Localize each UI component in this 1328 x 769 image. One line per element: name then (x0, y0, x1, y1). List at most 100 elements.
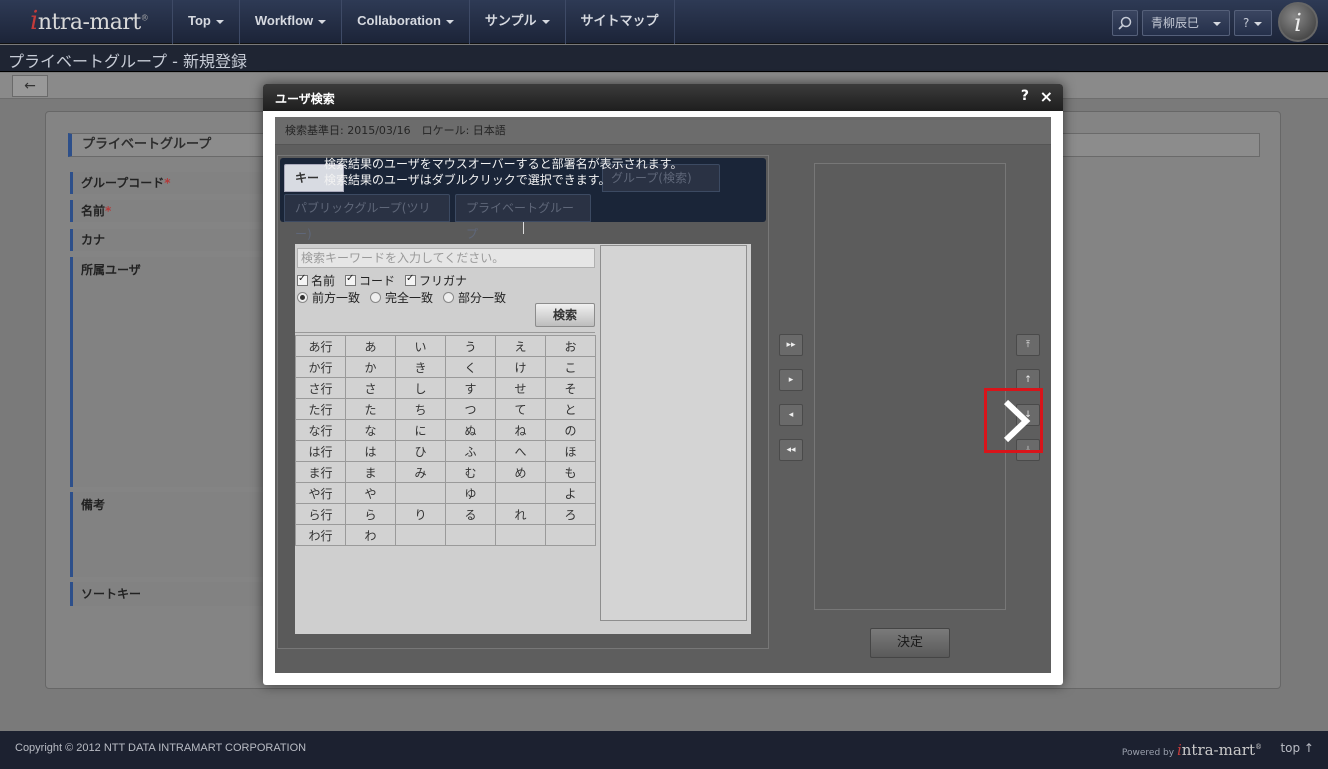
kana-cell[interactable]: ひ (395, 440, 446, 462)
nav-top[interactable]: Top (172, 0, 239, 44)
kana-row-header[interactable]: ま行 (295, 461, 346, 483)
kana-row-header[interactable]: ら行 (295, 503, 346, 525)
kana-cell[interactable]: う (445, 335, 496, 357)
kana-cell[interactable]: て (495, 398, 546, 420)
kana-cell[interactable]: む (445, 461, 496, 483)
search-tabs: キー グループ(検索) パブリックグループ(ツリー) プライベートグループ 検索… (280, 157, 766, 241)
kana-cell[interactable]: れ (495, 503, 546, 525)
kana-row-header[interactable]: あ行 (295, 335, 346, 357)
kana-cell[interactable]: し (395, 377, 446, 399)
check-code[interactable]: コード (345, 272, 395, 289)
kana-cell[interactable]: こ (545, 356, 596, 378)
check-name[interactable]: 名前 (297, 272, 335, 289)
kana-cell[interactable]: ほ (545, 440, 596, 462)
kana-cell[interactable]: ふ (445, 440, 496, 462)
kana-cell[interactable]: な (345, 419, 396, 441)
kana-cell[interactable]: た (345, 398, 396, 420)
keyword-search-input[interactable]: 検索キーワードを入力してください。 (297, 248, 595, 268)
radio-prefix-match[interactable]: 前方一致 (297, 289, 360, 306)
footer-logo: intra-mart® (1176, 741, 1262, 759)
move-left-button[interactable]: ◂ (779, 404, 803, 426)
kana-cell[interactable]: あ (345, 335, 396, 357)
arrow-top-icon: ⤒ (1026, 340, 1030, 350)
back-to-top-link[interactable]: top ↑ (1280, 741, 1314, 755)
kana-cell[interactable]: は (345, 440, 396, 462)
nav-sample[interactable]: サンプル (468, 0, 565, 44)
kana-cell[interactable]: ゆ (445, 482, 496, 504)
kana-cell[interactable]: さ (345, 377, 396, 399)
kana-cell[interactable]: え (495, 335, 546, 357)
kana-cell[interactable]: と (545, 398, 596, 420)
kana-cell (495, 524, 546, 546)
close-icon[interactable]: × (1040, 87, 1053, 106)
move-right-button[interactable]: ▸ (779, 369, 803, 391)
kana-row-header[interactable]: か行 (295, 356, 346, 378)
decide-button[interactable]: 決定 (870, 628, 950, 658)
selected-users-list[interactable] (814, 163, 1006, 610)
kana-row-header[interactable]: や行 (295, 482, 346, 504)
help-menu[interactable]: ? (1234, 10, 1272, 36)
kana-cell[interactable]: ち (395, 398, 446, 420)
check-furigana[interactable]: フリガナ (405, 272, 467, 289)
chevron-down-icon (541, 19, 550, 24)
kana-cell[interactable]: ま (345, 461, 396, 483)
nav-collaboration[interactable]: Collaboration (341, 0, 469, 44)
kana-row: か行かきくけこ (295, 356, 596, 378)
kana-row-header[interactable]: わ行 (295, 524, 346, 546)
kana-cell[interactable]: せ (495, 377, 546, 399)
kana-row-header[interactable]: は行 (295, 440, 346, 462)
kana-cell[interactable]: い (395, 335, 446, 357)
kana-cell[interactable]: る (445, 503, 496, 525)
kana-row: さ行さしすせそ (295, 377, 596, 399)
kana-row-header[interactable]: な行 (295, 419, 346, 441)
kana-cell[interactable]: み (395, 461, 446, 483)
kana-cell[interactable]: へ (495, 440, 546, 462)
intra-mart-logo[interactable]: intra-mart® (30, 6, 149, 36)
kana-row: ら行らりるれろ (295, 503, 596, 525)
kana-cell[interactable]: く (445, 356, 496, 378)
kana-cell[interactable]: き (395, 356, 446, 378)
chevron-right-icon[interactable] (998, 398, 1034, 444)
nav-workflow[interactable]: Workflow (238, 0, 341, 44)
kana-index-table: あ行あいうえおか行かきくけこさ行さしすせそた行たちつてとな行なにぬねのは行はひふ… (295, 335, 596, 546)
nav-sitemap[interactable]: サイトマップ (564, 0, 675, 44)
chevron-down-icon (445, 19, 454, 24)
kana-cell[interactable]: め (495, 461, 546, 483)
dialog-help-button[interactable]: ? (1021, 88, 1029, 104)
kana-cell[interactable]: お (545, 335, 596, 357)
kana-cell[interactable]: わ (345, 524, 396, 546)
search-button[interactable] (1112, 10, 1138, 36)
search-result-list[interactable] (600, 245, 747, 621)
user-menu[interactable]: 青柳辰巳 (1142, 10, 1230, 36)
kana-cell[interactable]: す (445, 377, 496, 399)
back-button[interactable]: ← (12, 75, 48, 97)
kana-cell[interactable]: ら (345, 503, 396, 525)
kana-cell[interactable]: も (545, 461, 596, 483)
radio-exact-match[interactable]: 完全一致 (370, 289, 433, 306)
kana-cell[interactable]: ろ (545, 503, 596, 525)
keyword-search-area: 検索キーワードを入力してください。 名前 コード フリガナ 前方一致 完全一致 … (295, 244, 751, 634)
kana-cell[interactable]: そ (545, 377, 596, 399)
move-top-button[interactable]: ⤒ (1016, 334, 1040, 356)
move-all-left-button[interactable]: ◂◂ (779, 439, 803, 461)
kana-cell[interactable]: の (545, 419, 596, 441)
kana-cell[interactable]: に (395, 419, 446, 441)
kana-row: ま行まみむめも (295, 461, 596, 483)
tab-private-group[interactable]: プライベートグループ (455, 194, 591, 241)
kana-cell[interactable]: よ (545, 482, 596, 504)
kana-cell[interactable]: か (345, 356, 396, 378)
avatar[interactable]: i (1278, 2, 1318, 42)
kana-row-header[interactable]: さ行 (295, 377, 346, 399)
kana-cell[interactable]: け (495, 356, 546, 378)
radio-partial-match[interactable]: 部分一致 (443, 289, 506, 306)
move-all-right-button[interactable]: ▸▸ (779, 334, 803, 356)
kana-row-header[interactable]: た行 (295, 398, 346, 420)
kana-cell[interactable]: つ (445, 398, 496, 420)
kana-cell[interactable]: り (395, 503, 446, 525)
tab-public-group-tree[interactable]: パブリックグループ(ツリー) (284, 194, 450, 241)
kana-cell[interactable]: ね (495, 419, 546, 441)
kana-cell[interactable]: ぬ (445, 419, 496, 441)
kana-cell[interactable]: や (345, 482, 396, 504)
search-button[interactable]: 検索 (535, 303, 595, 327)
radio-icon (443, 292, 455, 303)
